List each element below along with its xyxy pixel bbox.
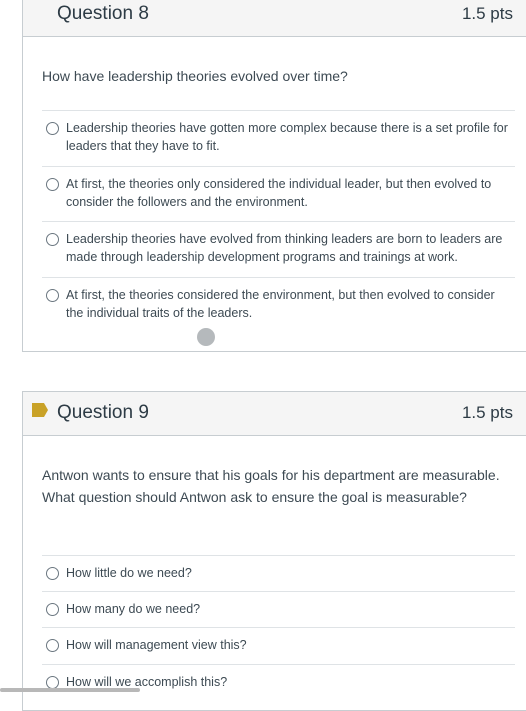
answer-label: At first, the theories considered the en… — [66, 288, 495, 320]
question-9-prompt: Antwon wants to ensure that his goals fo… — [42, 467, 500, 505]
radio-button-icon[interactable] — [46, 603, 59, 616]
question-8-card: Question 8 1.5 pts How have leadership t… — [22, 0, 526, 352]
question-9-card: Question 9 1.5 pts Antwon wants to ensur… — [22, 391, 526, 711]
scroll-indicator-dot — [197, 328, 215, 346]
answer-label: Leadership theories have evolved from th… — [66, 232, 503, 264]
question-8-points: 1.5 pts — [461, 4, 513, 23]
answer-label: At first, the theories only considered t… — [66, 177, 492, 209]
answer-option[interactable]: How will we accomplish this? — [42, 664, 515, 700]
answer-option[interactable]: At first, the theories only considered t… — [42, 166, 515, 221]
answer-option[interactable]: How will management view this? — [42, 627, 515, 664]
answer-label: Leadership theories have gotten more com… — [66, 121, 508, 153]
answer-option[interactable]: How many do we need? — [42, 591, 515, 627]
answer-label: How little do we need? — [66, 566, 192, 580]
question-9-answers: How little do we need? How many do we ne… — [42, 555, 515, 700]
horizontal-scrollbar[interactable] — [0, 688, 140, 692]
question-9-title: Question 9 — [57, 402, 149, 423]
radio-button-icon[interactable] — [46, 639, 59, 652]
radio-button-icon[interactable] — [46, 122, 59, 135]
radio-button-icon[interactable] — [46, 289, 59, 302]
answer-label: How will management view this? — [66, 638, 247, 652]
question-8-answers: Leadership theories have gotten more com… — [42, 110, 515, 333]
question-8-title: Question 8 — [57, 3, 149, 24]
radio-button-icon[interactable] — [46, 233, 59, 246]
flag-icon[interactable] — [32, 403, 48, 417]
answer-label: How many do we need? — [66, 602, 201, 616]
answer-option[interactable]: Leadership theories have gotten more com… — [42, 110, 515, 166]
answer-option[interactable]: At first, the theories considered the en… — [42, 277, 515, 333]
question-9-points: 1.5 pts — [461, 403, 513, 422]
answer-option[interactable]: Leadership theories have evolved from th… — [42, 221, 515, 277]
question-8-header: Question 8 1.5 pts — [23, 0, 526, 37]
radio-button-icon[interactable] — [46, 178, 59, 191]
answer-option[interactable]: How little do we need? — [42, 555, 515, 591]
radio-button-icon[interactable] — [46, 567, 59, 580]
question-9-header: Question 9 1.5 pts — [23, 392, 526, 436]
question-8-prompt: How have leadership theories evolved ove… — [42, 68, 348, 84]
